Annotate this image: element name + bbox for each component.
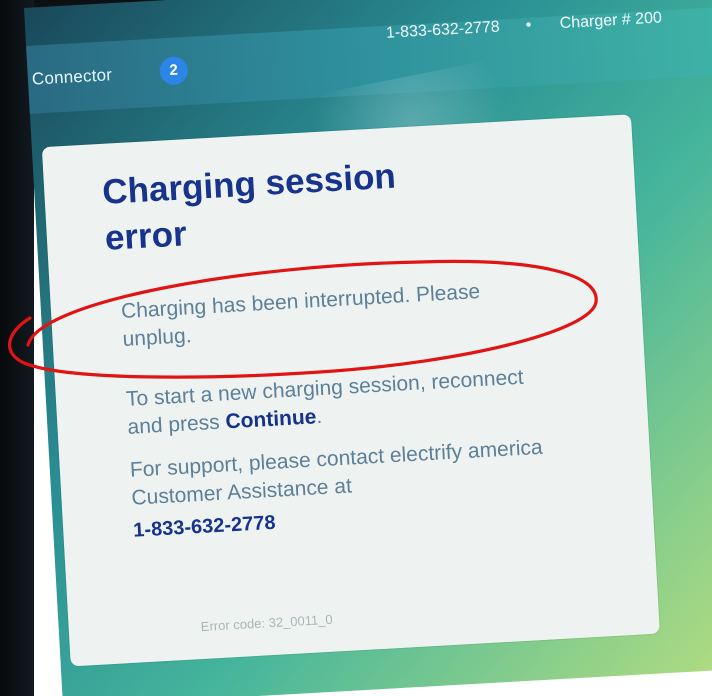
error-code: Error code: 32_0011_0 — [200, 612, 333, 634]
support-phone: 1-833-632-2778 — [132, 511, 277, 542]
error-code-value: 32_0011_0 — [268, 611, 334, 631]
error-card: Charging session error Charging has been… — [41, 114, 660, 667]
restart-instructions-end: . — [315, 405, 323, 429]
restart-instructions-text: To start a new charging session, reconne… — [125, 365, 525, 439]
restart-instructions: To start a new charging session, reconne… — [125, 362, 547, 441]
error-code-label: Error code: — [200, 615, 266, 635]
error-title: Charging session error — [101, 156, 397, 258]
interrupted-message: Charging has been interrupted. Please un… — [120, 279, 481, 351]
continue-keyword: Continue — [224, 405, 317, 434]
header-separator: • — [525, 16, 532, 35]
support-text: For support, please contact electrify am… — [129, 435, 544, 510]
photo-frame: Connector 2 1-833-632-2778 • Charger # 2… — [0, 0, 712, 696]
charger-screen: Connector 2 1-833-632-2778 • Charger # 2… — [24, 0, 712, 696]
